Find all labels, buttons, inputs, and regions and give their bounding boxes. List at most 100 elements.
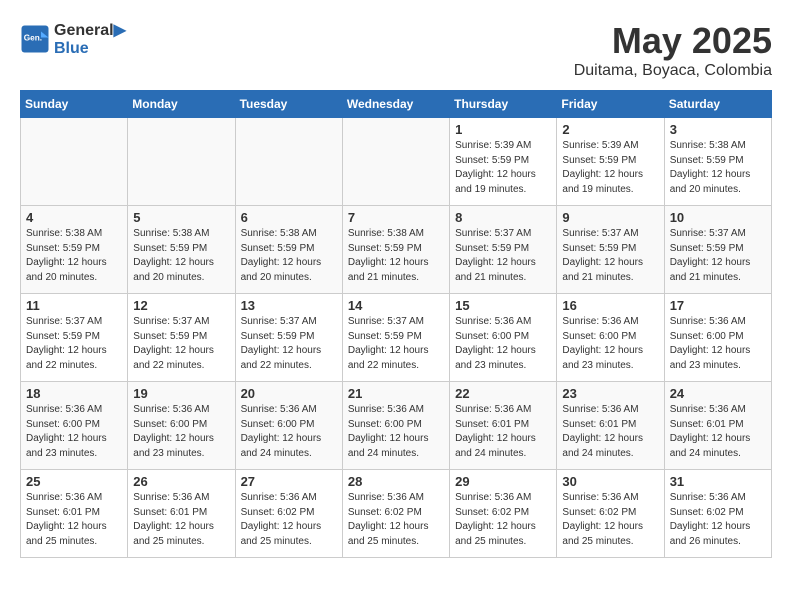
- day-info: Sunrise: 5:36 AM Sunset: 6:00 PM Dayligh…: [348, 403, 444, 461]
- day-info: Sunrise: 5:36 AM Sunset: 6:02 PM Dayligh…: [241, 491, 337, 549]
- calendar-cell: 26 Sunrise: 5:36 AM Sunset: 6:01 PM Dayli…: [128, 470, 235, 558]
- calendar-cell: 15 Sunrise: 5:36 AM Sunset: 6:00 PM Dayli…: [450, 294, 557, 382]
- day-info: Sunrise: 5:37 AM Sunset: 5:59 PM Dayligh…: [241, 315, 337, 373]
- calendar-cell: 4 Sunrise: 5:38 AM Sunset: 5:59 PM Daylig…: [21, 206, 128, 294]
- calendar-cell: [21, 118, 128, 206]
- calendar-week-5: 25 Sunrise: 5:36 AM Sunset: 6:01 PM Dayli…: [21, 470, 772, 558]
- calendar-cell: 3 Sunrise: 5:38 AM Sunset: 5:59 PM Daylig…: [664, 118, 771, 206]
- weekday-header-wednesday: Wednesday: [342, 91, 449, 118]
- weekday-header-saturday: Saturday: [664, 91, 771, 118]
- day-info: Sunrise: 5:36 AM Sunset: 6:01 PM Dayligh…: [26, 491, 122, 549]
- day-info: Sunrise: 5:38 AM Sunset: 5:59 PM Dayligh…: [348, 227, 444, 285]
- day-number: 13: [241, 298, 337, 313]
- day-info: Sunrise: 5:38 AM Sunset: 5:59 PM Dayligh…: [670, 139, 766, 197]
- calendar-cell: 7Sunrise: 5:38 AM Sunset: 5:59 PM Daylig…: [342, 206, 449, 294]
- day-number: 1: [455, 122, 551, 137]
- day-number: 4: [26, 210, 122, 225]
- calendar-cell: 31Sunrise: 5:36 AM Sunset: 6:02 PM Dayli…: [664, 470, 771, 558]
- day-info: Sunrise: 5:36 AM Sunset: 6:02 PM Dayligh…: [670, 491, 766, 549]
- title-block: May 2025 Duitama, Boyaca, Colombia: [574, 20, 772, 80]
- weekday-header-monday: Monday: [128, 91, 235, 118]
- day-info: Sunrise: 5:36 AM Sunset: 6:00 PM Dayligh…: [241, 403, 337, 461]
- calendar-cell: 11 Sunrise: 5:37 AM Sunset: 5:59 PM Dayli…: [21, 294, 128, 382]
- day-info: Sunrise: 5:37 AM Sunset: 5:59 PM Dayligh…: [670, 227, 766, 285]
- day-number: 3: [670, 122, 766, 137]
- calendar-cell: 25 Sunrise: 5:36 AM Sunset: 6:01 PM Dayli…: [21, 470, 128, 558]
- day-info: Sunrise: 5:36 AM Sunset: 6:01 PM Dayligh…: [133, 491, 229, 549]
- day-info: Sunrise: 5:37 AM Sunset: 5:59 PM Dayligh…: [348, 315, 444, 373]
- day-number: 27: [241, 474, 337, 489]
- day-info: Sunrise: 5:36 AM Sunset: 6:00 PM Dayligh…: [26, 403, 122, 461]
- day-number: 25: [26, 474, 122, 489]
- day-number: 20: [241, 386, 337, 401]
- day-info: Sunrise: 5:36 AM Sunset: 6:01 PM Dayligh…: [670, 403, 766, 461]
- day-number: 21: [348, 386, 444, 401]
- day-number: 18: [26, 386, 122, 401]
- day-number: 6: [241, 210, 337, 225]
- day-info: Sunrise: 5:36 AM Sunset: 6:00 PM Dayligh…: [455, 315, 551, 373]
- calendar-cell: 22 Sunrise: 5:36 AM Sunset: 6:01 PM Dayli…: [450, 382, 557, 470]
- calendar-week-2: 4 Sunrise: 5:38 AM Sunset: 5:59 PM Daylig…: [21, 206, 772, 294]
- calendar-cell: 20 Sunrise: 5:36 AM Sunset: 6:00 PM Dayli…: [235, 382, 342, 470]
- calendar-cell: [128, 118, 235, 206]
- day-number: 11: [26, 298, 122, 313]
- day-info: Sunrise: 5:36 AM Sunset: 6:02 PM Dayligh…: [562, 491, 658, 549]
- month-year: May 2025: [574, 20, 772, 62]
- weekday-header-tuesday: Tuesday: [235, 91, 342, 118]
- logo-icon: Gen.: [20, 24, 50, 54]
- calendar-cell: 14Sunrise: 5:37 AM Sunset: 5:59 PM Dayli…: [342, 294, 449, 382]
- day-number: 2: [562, 122, 658, 137]
- calendar-cell: 17 Sunrise: 5:36 AM Sunset: 6:00 PM Dayli…: [664, 294, 771, 382]
- day-info: Sunrise: 5:38 AM Sunset: 5:59 PM Dayligh…: [26, 227, 122, 285]
- day-info: Sunrise: 5:36 AM Sunset: 6:02 PM Dayligh…: [455, 491, 551, 549]
- day-number: 23: [562, 386, 658, 401]
- calendar-cell: 12 Sunrise: 5:37 AM Sunset: 5:59 PM Dayli…: [128, 294, 235, 382]
- day-info: Sunrise: 5:38 AM Sunset: 5:59 PM Dayligh…: [133, 227, 229, 285]
- calendar-cell: 28 Sunrise: 5:36 AM Sunset: 6:02 PM Dayli…: [342, 470, 449, 558]
- calendar-cell: 30Sunrise: 5:36 AM Sunset: 6:02 PM Dayli…: [557, 470, 664, 558]
- day-info: Sunrise: 5:37 AM Sunset: 5:59 PM Dayligh…: [26, 315, 122, 373]
- location: Duitama, Boyaca, Colombia: [574, 62, 772, 80]
- calendar-cell: 9Sunrise: 5:37 AM Sunset: 5:59 PM Daylig…: [557, 206, 664, 294]
- day-info: Sunrise: 5:37 AM Sunset: 5:59 PM Dayligh…: [133, 315, 229, 373]
- day-number: 12: [133, 298, 229, 313]
- day-info: Sunrise: 5:36 AM Sunset: 6:00 PM Dayligh…: [670, 315, 766, 373]
- calendar-cell: 5 Sunrise: 5:38 AM Sunset: 5:59 PM Daylig…: [128, 206, 235, 294]
- calendar-cell: [235, 118, 342, 206]
- day-number: 29: [455, 474, 551, 489]
- day-info: Sunrise: 5:37 AM Sunset: 5:59 PM Dayligh…: [562, 227, 658, 285]
- calendar-table: SundayMondayTuesdayWednesdayThursdayFrid…: [20, 90, 772, 558]
- weekday-header-thursday: Thursday: [450, 91, 557, 118]
- calendar-week-1: 1 Sunrise: 5:39 AM Sunset: 5:59 PM Daylig…: [21, 118, 772, 206]
- weekday-header-sunday: Sunday: [21, 91, 128, 118]
- day-number: 17: [670, 298, 766, 313]
- page-header: Gen. General▶ Blue May 2025 Duitama, Boy…: [20, 20, 772, 80]
- logo: Gen. General▶ Blue: [20, 20, 126, 58]
- calendar-cell: 18 Sunrise: 5:36 AM Sunset: 6:00 PM Dayli…: [21, 382, 128, 470]
- day-number: 5: [133, 210, 229, 225]
- day-info: Sunrise: 5:36 AM Sunset: 6:02 PM Dayligh…: [348, 491, 444, 549]
- calendar-week-4: 18 Sunrise: 5:36 AM Sunset: 6:00 PM Dayli…: [21, 382, 772, 470]
- calendar-cell: 27 Sunrise: 5:36 AM Sunset: 6:02 PM Dayli…: [235, 470, 342, 558]
- calendar-cell: 8Sunrise: 5:37 AM Sunset: 5:59 PM Daylig…: [450, 206, 557, 294]
- day-number: 24: [670, 386, 766, 401]
- calendar-cell: 1Sunrise: 5:39 AM Sunset: 5:59 PM Daylig…: [450, 118, 557, 206]
- day-number: 10: [670, 210, 766, 225]
- day-number: 22: [455, 386, 551, 401]
- day-info: Sunrise: 5:39 AM Sunset: 5:59 PM Dayligh…: [562, 139, 658, 197]
- logo-line2: Blue: [54, 40, 126, 58]
- calendar-cell: 2 Sunrise: 5:39 AM Sunset: 5:59 PM Daylig…: [557, 118, 664, 206]
- day-number: 26: [133, 474, 229, 489]
- calendar-cell: 23Sunrise: 5:36 AM Sunset: 6:01 PM Dayli…: [557, 382, 664, 470]
- calendar-cell: 21 Sunrise: 5:36 AM Sunset: 6:00 PM Dayli…: [342, 382, 449, 470]
- calendar-week-3: 11 Sunrise: 5:37 AM Sunset: 5:59 PM Dayli…: [21, 294, 772, 382]
- logo-line1: General▶: [54, 20, 126, 40]
- day-number: 28: [348, 474, 444, 489]
- day-info: Sunrise: 5:36 AM Sunset: 6:01 PM Dayligh…: [455, 403, 551, 461]
- day-number: 15: [455, 298, 551, 313]
- day-info: Sunrise: 5:36 AM Sunset: 6:00 PM Dayligh…: [133, 403, 229, 461]
- day-number: 19: [133, 386, 229, 401]
- calendar-cell: 24 Sunrise: 5:36 AM Sunset: 6:01 PM Dayli…: [664, 382, 771, 470]
- day-number: 8: [455, 210, 551, 225]
- calendar-cell: [342, 118, 449, 206]
